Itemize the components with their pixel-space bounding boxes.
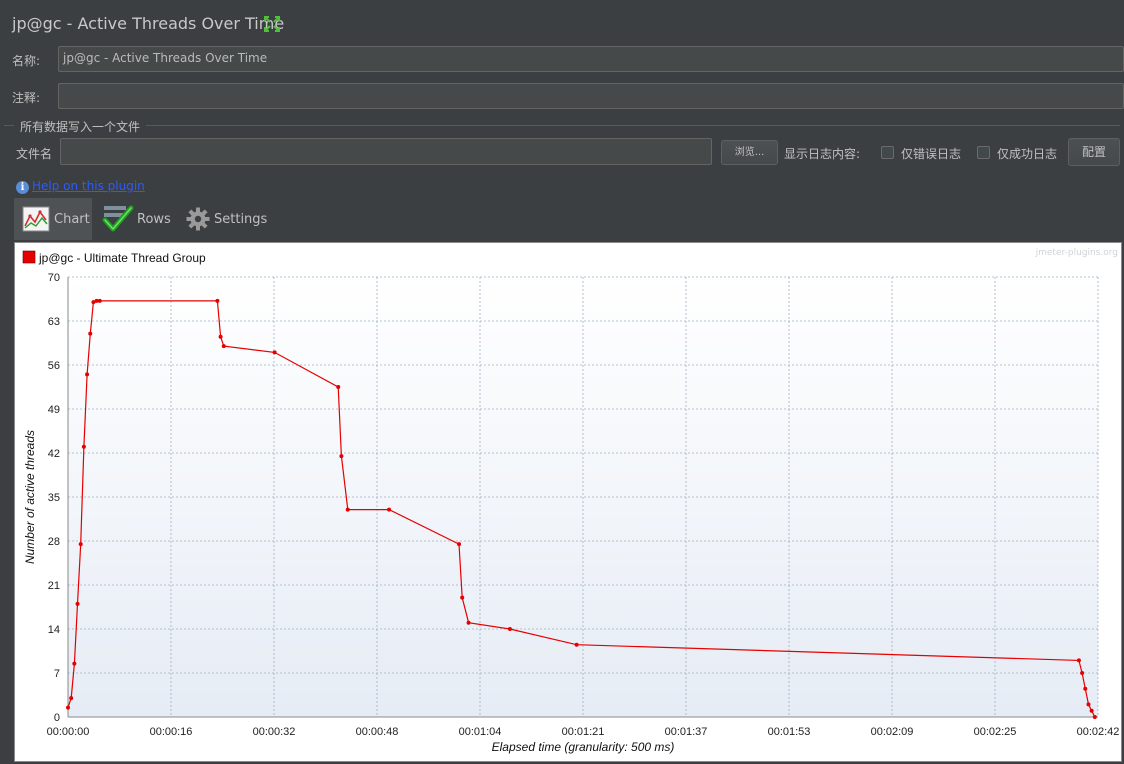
y-tick-label: 70 xyxy=(48,272,60,284)
y-tick-label: 42 xyxy=(48,448,60,460)
tab-rows[interactable]: Rows xyxy=(96,198,176,240)
data-point xyxy=(88,331,93,336)
y-tick-label: 49 xyxy=(48,404,60,416)
data-point xyxy=(574,642,579,647)
legend-label: jp@gc - Ultimate Thread Group xyxy=(38,251,206,265)
x-tick-label: 00:01:53 xyxy=(768,726,811,738)
x-tick-label: 00:02:25 xyxy=(974,726,1017,738)
data-point xyxy=(1089,708,1094,713)
y-tick-label: 56 xyxy=(48,360,60,372)
y-tick-label: 63 xyxy=(48,316,60,328)
filename-field[interactable] xyxy=(60,138,712,165)
data-point xyxy=(466,620,471,625)
x-tick-label: 00:00:00 xyxy=(47,726,90,738)
help-link[interactable]: Help on this plugin xyxy=(32,179,145,193)
x-tick-label: 00:02:09 xyxy=(871,726,914,738)
filename-label: 文件名 xyxy=(16,147,53,161)
gear-icon xyxy=(186,207,210,231)
chart-icon xyxy=(22,206,50,232)
errors-only-label: 仅错误日志 xyxy=(901,147,962,161)
data-point xyxy=(507,627,512,631)
x-tick-label: 00:01:37 xyxy=(665,726,708,738)
x-tick-label: 00:01:21 xyxy=(562,726,605,738)
chart-panel: 0 7 14 21 28 35 42 49 56 63 70 00:00:00 00:00:16 00:0… xyxy=(14,242,1122,762)
errors-only-checkbox[interactable] xyxy=(881,146,894,159)
legend-swatch xyxy=(22,250,36,264)
window-title: jp@gc - Active Threads Over Time xyxy=(12,14,285,33)
data-point xyxy=(215,298,220,303)
data-point xyxy=(221,344,226,349)
data-point xyxy=(457,542,462,547)
data-point xyxy=(1092,715,1097,719)
data-point xyxy=(75,601,80,606)
x-tick-label: 00:01:04 xyxy=(459,726,502,738)
data-point xyxy=(387,507,392,512)
info-icon: i xyxy=(16,181,29,194)
y-tick-label: 28 xyxy=(48,536,60,548)
configure-button[interactable]: 配置 xyxy=(1068,138,1120,166)
tab-settings-label: Settings xyxy=(214,212,268,227)
data-point xyxy=(345,507,350,512)
y-tick-label: 7 xyxy=(54,668,60,680)
data-point xyxy=(218,334,223,339)
name-label: 名称: xyxy=(12,54,41,68)
comment-label: 注释: xyxy=(12,91,41,105)
chart-svg: 0 7 14 21 28 35 42 49 56 63 70 00:00:00 00:00:16 00:0… xyxy=(22,248,1120,754)
watermark: jmeter-plugins.org xyxy=(1035,248,1118,258)
tab-chart[interactable]: Chart xyxy=(14,198,92,240)
comment-field[interactable] xyxy=(58,83,1124,109)
expand-icon[interactable] xyxy=(263,15,281,33)
data-point xyxy=(66,705,70,710)
data-point xyxy=(78,542,83,547)
x-axis-title: Elapsed time (granularity: 500 ms) xyxy=(492,740,675,754)
x-tick-label: 00:02:42 xyxy=(1077,726,1120,738)
data-point xyxy=(1086,702,1091,707)
tab-rows-label: Rows xyxy=(137,212,171,227)
data-point xyxy=(85,372,90,377)
log-display-label: 显示日志内容: xyxy=(784,147,861,161)
checkmark-icon xyxy=(102,205,134,232)
tab-settings[interactable]: Settings xyxy=(180,198,270,240)
y-tick-label: 35 xyxy=(48,492,60,504)
data-point xyxy=(69,696,74,701)
data-point xyxy=(1083,686,1088,691)
data-point xyxy=(460,595,465,600)
data-point xyxy=(339,454,344,459)
data-point xyxy=(72,661,77,666)
browse-button[interactable]: 浏览... xyxy=(721,140,778,165)
data-point xyxy=(97,298,102,303)
success-only-checkbox[interactable] xyxy=(977,146,990,159)
x-tick-label: 00:00:48 xyxy=(356,726,399,738)
y-tick-label: 0 xyxy=(54,712,60,724)
y-tick-label: 21 xyxy=(48,580,60,592)
data-point xyxy=(272,350,277,355)
success-only-label: 仅成功日志 xyxy=(997,147,1058,161)
y-tick-label: 14 xyxy=(48,624,60,636)
data-point xyxy=(1076,658,1081,663)
file-section-label: 所有数据写入一个文件 xyxy=(20,120,141,134)
data-point xyxy=(1080,671,1085,675)
section-divider-left xyxy=(4,125,14,126)
tab-chart-label: Chart xyxy=(54,212,90,227)
name-field[interactable]: jp@gc - Active Threads Over Time xyxy=(58,46,1124,72)
title-bar: jp@gc - Active Threads Over Time xyxy=(0,0,1124,46)
y-axis-title: Number of active threads xyxy=(23,430,37,564)
x-tick-label: 00:00:32 xyxy=(253,726,296,738)
section-divider xyxy=(146,125,1120,126)
x-tick-label: 00:00:16 xyxy=(150,726,193,738)
data-point xyxy=(336,385,341,389)
data-point xyxy=(81,444,86,449)
